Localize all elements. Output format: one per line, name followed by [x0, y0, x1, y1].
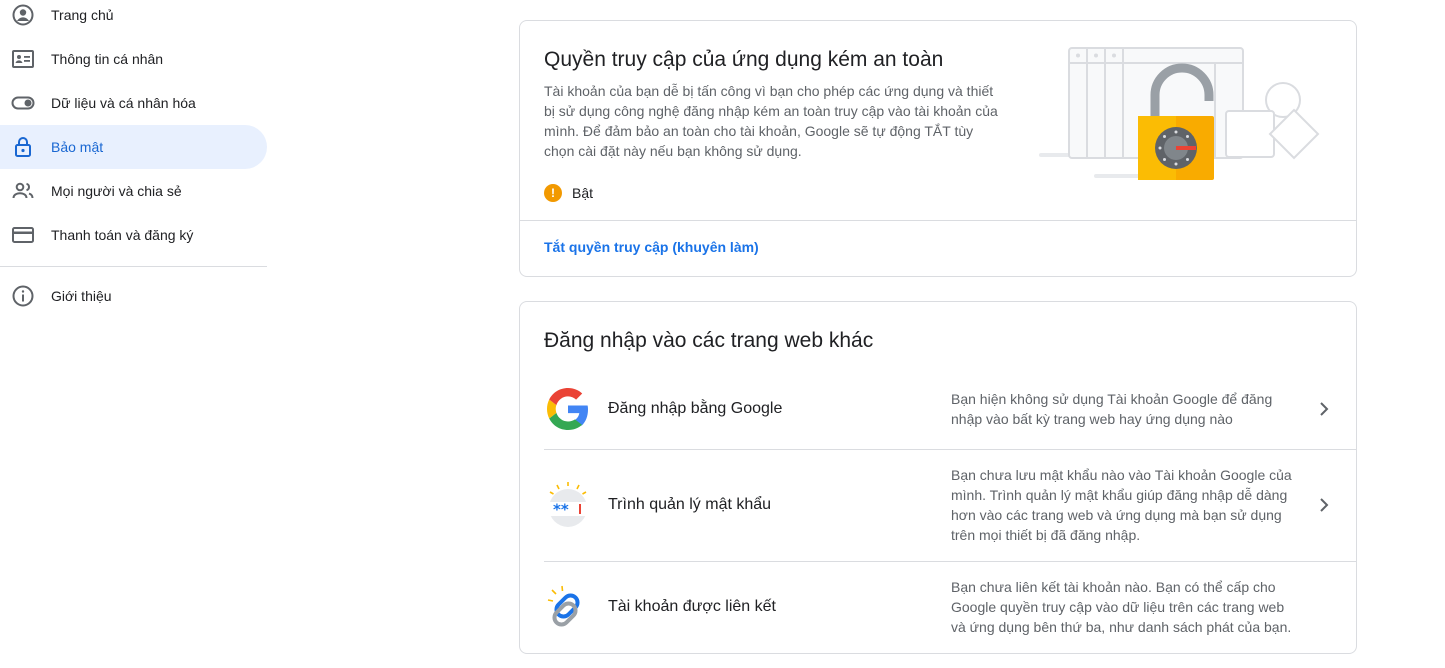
sidebar-item-label: Dữ liệu và cá nhân hóa	[51, 95, 196, 111]
sidebar-nav: Trang chủ Thông tin cá nhân Dữ liệu và c…	[0, 0, 267, 318]
sidebar-item-label: Thông tin cá nhân	[51, 51, 164, 67]
sidebar-item-home[interactable]: Trang chủ	[0, 0, 267, 37]
password-manager-row[interactable]: ** Trình quản lý mật khẩu Bạn chưa lưu m…	[544, 450, 1356, 561]
svg-text:**: **	[553, 501, 569, 519]
sidebar-item-personal-info[interactable]: Thông tin cá nhân	[0, 37, 267, 81]
password-manager-icon: **	[549, 482, 587, 527]
credit-card-icon	[10, 222, 36, 248]
sidebar-item-data-privacy[interactable]: Dữ liệu và cá nhân hóa	[0, 81, 267, 125]
people-icon	[10, 178, 36, 204]
other-sites-card: Đăng nhập vào các trang web khác Đăng nh…	[519, 301, 1357, 654]
toggle-icon	[10, 90, 36, 116]
status-text: Bật	[572, 185, 594, 201]
link-icon	[547, 585, 580, 627]
sidebar-divider	[0, 266, 267, 267]
sidebar-item-label: Bảo mật	[51, 139, 104, 155]
row-description: Bạn hiện không sử dụng Tài khoản Google …	[951, 391, 1273, 427]
status-indicator: ! Bật	[544, 184, 593, 202]
id-card-icon	[10, 46, 36, 72]
turn-off-access-link[interactable]: Tắt quyền truy cập (khuyên làm)	[544, 239, 759, 255]
info-icon	[10, 283, 36, 309]
sidebar-item-people-sharing[interactable]: Mọi người và chia sẻ	[0, 169, 267, 213]
sidebar-item-label: Thanh toán và đăng ký	[51, 227, 194, 243]
chevron-right-icon	[1320, 402, 1329, 416]
lock-icon	[10, 134, 36, 160]
card-description: Tài khoản của bạn dễ bị tấn công vì bạn …	[544, 83, 998, 159]
sidebar-item-payments[interactable]: Thanh toán và đăng ký	[0, 213, 267, 257]
sidebar-item-label: Trang chủ	[51, 7, 114, 23]
open-lock-illustration	[1039, 47, 1320, 180]
row-label: Trình quản lý mật khẩu	[608, 496, 772, 513]
card-divider	[520, 220, 1356, 221]
google-g-icon	[547, 388, 588, 430]
warning-icon: !	[544, 184, 562, 202]
row-description: Bạn chưa liên kết tài khoản nào. Bạn có …	[951, 579, 1292, 635]
linked-accounts-row[interactable]: Tài khoản được liên kết Bạn chưa liên kế…	[544, 562, 1356, 654]
account-circle-icon	[10, 2, 36, 28]
card-title: Quyền truy cập của ứng dụng kém an toàn	[544, 48, 944, 71]
chevron-right-icon	[1320, 498, 1329, 512]
sidebar-item-label: Giới thiệu	[51, 288, 112, 304]
row-label: Tài khoản được liên kết	[608, 598, 776, 615]
sidebar-item-security[interactable]: Bảo mật	[0, 125, 267, 169]
row-description: Bạn chưa lưu mật khẩu nào vào Tài khoản …	[951, 467, 1292, 543]
less-secure-app-card: Quyền truy cập của ứng dụng kém an toàn …	[519, 20, 1357, 277]
card-title: Đăng nhập vào các trang web khác	[544, 329, 874, 352]
sidebar-item-about[interactable]: Giới thiệu	[0, 274, 267, 318]
sidebar-item-label: Mọi người và chia sẻ	[51, 183, 182, 199]
row-label: Đăng nhập bằng Google	[608, 400, 783, 417]
